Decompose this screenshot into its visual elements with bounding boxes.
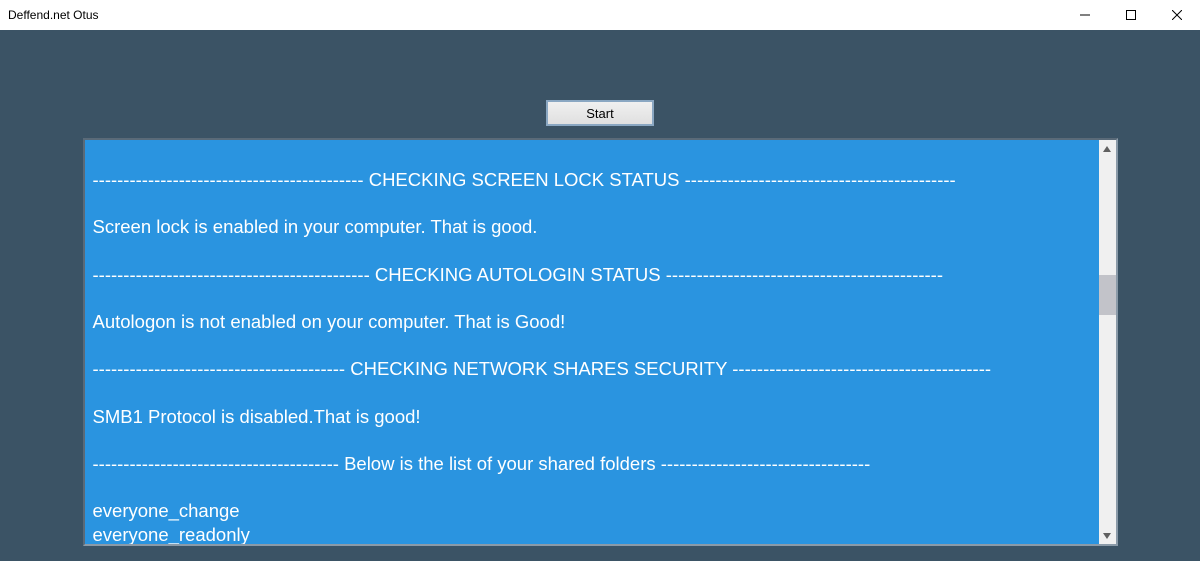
scroll-up-arrow[interactable] (1099, 140, 1116, 157)
window-controls (1062, 0, 1200, 30)
output-panel: ----------------------------------------… (83, 138, 1118, 546)
minimize-button[interactable] (1062, 0, 1108, 30)
scroll-down-arrow[interactable] (1099, 527, 1116, 544)
maximize-button[interactable] (1108, 0, 1154, 30)
scroll-track[interactable] (1099, 157, 1116, 527)
output-text: ----------------------------------------… (85, 140, 1099, 544)
start-button[interactable]: Start (546, 100, 654, 126)
app-body: Start ----------------------------------… (0, 30, 1200, 561)
scroll-thumb[interactable] (1099, 275, 1116, 315)
scrollbar[interactable] (1099, 140, 1116, 544)
close-button[interactable] (1154, 0, 1200, 30)
window-title: Deffend.net Otus (8, 8, 99, 22)
titlebar: Deffend.net Otus (0, 0, 1200, 30)
